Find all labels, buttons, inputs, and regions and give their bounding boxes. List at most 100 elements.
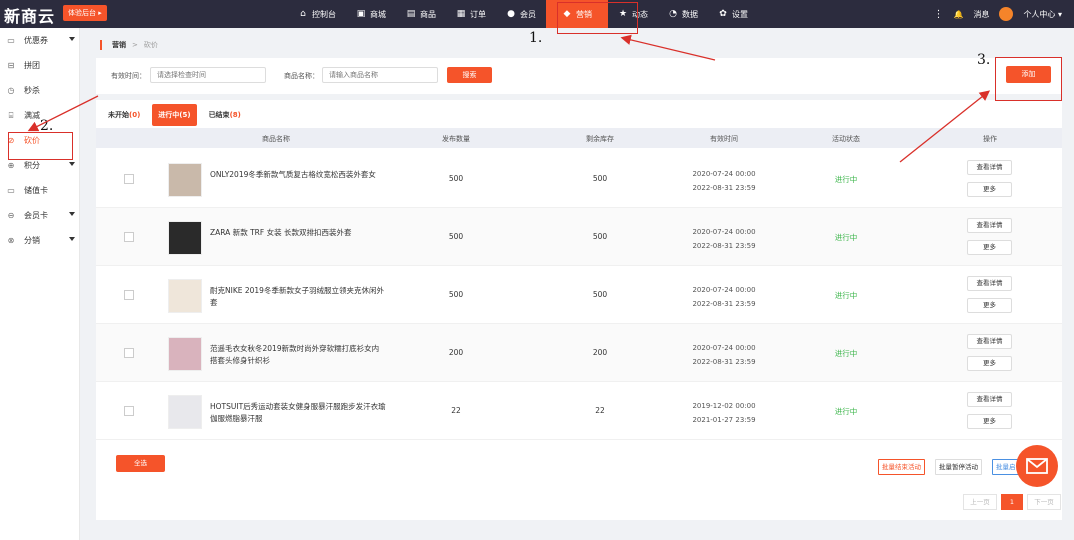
avatar[interactable] — [999, 7, 1014, 21]
stock-value: 500 — [592, 290, 608, 299]
row-checkbox[interactable] — [124, 406, 134, 416]
member-card-icon: ⊖ — [7, 211, 15, 220]
tab-not-started[interactable]: 未开始(0) — [102, 104, 146, 126]
trial-backend-button[interactable]: 体验后台 ▸ — [63, 5, 107, 21]
bell-icon[interactable]: 🔔 — [953, 10, 963, 19]
stock-value: 500 — [592, 174, 608, 183]
select-all-button[interactable]: 全选 — [116, 455, 165, 472]
gift-icon: ⌸ — [8, 110, 14, 120]
status-badge: 进行中 — [834, 175, 858, 184]
more-button[interactable]: 更多 — [967, 240, 1012, 255]
nav-settings[interactable]: ✿ 设置 — [708, 0, 758, 28]
status-badge: 进行中 — [834, 407, 858, 416]
product-name[interactable]: 范遥毛衣女秋冬2019新款时尚外穿软糯打底衫女内搭套头修身针织衫 — [210, 343, 386, 367]
order-icon: ▦ — [456, 9, 466, 19]
table-row: 耐克NIKE 2019冬季新款女子羽绒服立领夹克休闲外套 500 500 2020-0… — [96, 266, 1062, 324]
col-status: 活动状态 — [832, 135, 860, 143]
valid-time: 2020-07-24 00:00 2022-08-31 23:59 — [676, 167, 772, 195]
nav-data[interactable]: ◔ 数据 — [658, 0, 708, 28]
view-detail-button[interactable]: 查看详情 — [967, 276, 1012, 291]
caret-down-icon — [69, 162, 75, 166]
contact-mail-button[interactable] — [1016, 445, 1058, 487]
sidebar-item-stored-value-card[interactable]: ▭ 储值卡 — [0, 178, 79, 203]
product-name[interactable]: ONLY2019冬季新款气质复古格纹宽松西装外套女 — [210, 169, 386, 181]
annotation-arrow-1 — [620, 34, 716, 61]
product-name[interactable]: 耐克NIKE 2019冬季新款女子羽绒服立领夹克休闲外套 — [210, 285, 386, 309]
top-bar: 新商云 体验后台 ▸ ⌂ 控制台 ▣ 商城 ▤ 商品 ▦ 订单 ● 会员 ◆ 营销 ★ 动态 … — [0, 0, 1074, 28]
sidebar-item-distribution[interactable]: ⊗ 分销 — [0, 228, 79, 253]
annotation-number-1: 1. — [529, 30, 543, 46]
next-page-button[interactable]: 下一页 — [1027, 494, 1061, 510]
product-name[interactable]: HOTSUIT后秀运动套装女健身服暴汗服跑步发汗衣瑜伽服燃脂暴汗服 — [210, 401, 386, 425]
annotation-box-bargain — [8, 132, 73, 160]
view-detail-button[interactable]: 查看详情 — [967, 334, 1012, 349]
view-detail-button[interactable]: 查看详情 — [967, 218, 1012, 233]
more-button[interactable]: 更多 — [967, 414, 1012, 429]
name-filter-label: 商品名称： — [284, 72, 319, 80]
tab-in-progress[interactable]: 进行中(5) — [152, 104, 197, 126]
row-checkbox[interactable] — [124, 174, 134, 184]
nav-mall[interactable]: ▣ 商城 — [346, 0, 396, 28]
view-detail-button[interactable]: 查看详情 — [967, 160, 1012, 175]
search-button[interactable]: 搜索 — [447, 67, 492, 83]
stock-value: 22 — [595, 406, 605, 415]
annotation-box-marketing — [557, 2, 638, 34]
product-name[interactable]: ZARA 新款 TRF 女装 长款双排扣西装外套 — [210, 227, 386, 239]
tab-ended[interactable]: 已结束(8) — [203, 104, 247, 126]
status-badge: 进行中 — [834, 291, 858, 300]
nav-members[interactable]: ● 会员 — [496, 0, 546, 28]
row-checkbox[interactable] — [124, 348, 134, 358]
product-thumbnail — [168, 163, 202, 197]
quantity-value: 200 — [448, 348, 464, 357]
product-thumbnail — [168, 221, 202, 255]
name-filter-input[interactable] — [322, 67, 438, 83]
nav-goods[interactable]: ▤ 商品 — [396, 0, 446, 28]
product-thumbnail — [168, 279, 202, 313]
sidebar-item-group-buy[interactable]: ⊟ 拼团 — [0, 53, 79, 78]
more-button[interactable]: 更多 — [967, 356, 1012, 371]
nav-dashboard[interactable]: ⌂ 控制台 — [288, 0, 346, 28]
breadcrumb-root[interactable]: 营销 — [112, 40, 126, 50]
sidebar-item-coupons[interactable]: ▭ 优惠券 — [0, 28, 79, 53]
more-button[interactable]: 更多 — [967, 298, 1012, 313]
share-icon: ⊗ — [7, 236, 15, 245]
more-button[interactable]: 更多 — [967, 182, 1012, 197]
end-time: 2022-08-31 23:59 — [692, 358, 756, 366]
row-checkbox[interactable] — [124, 290, 134, 300]
more-icon[interactable]: ⋮ — [933, 9, 943, 20]
table-row: HOTSUIT后秀运动套装女健身服暴汗服跑步发汗衣瑜伽服燃脂暴汗服 22 22 201… — [96, 382, 1062, 440]
table-panel: 未开始(0) 进行中(5) 已结束(8) 商品名称 发布数量 剩余库存 有效时间… — [96, 100, 1062, 520]
start-time: 2020-07-24 00:00 — [692, 344, 756, 352]
sidebar: ▭ 优惠券 ⊟ 拼团 ◷ 秒杀 ⌸ 满减 ⊘ 砍价 ⊕ 积分 ▭ 储值卡 ⊖ 会员卡 ⊗ 分销 — [0, 28, 80, 540]
col-product-name: 商品名称 — [262, 135, 290, 143]
col-stock: 剩余库存 — [586, 135, 614, 143]
table-row: 范遥毛衣女秋冬2019新款时尚外穿软糯打底衫女内搭套头修身针织衫 200 200 20… — [96, 324, 1062, 382]
user-center-menu[interactable]: 个人中心 ▾ — [1023, 9, 1062, 20]
breadcrumb-marker — [100, 40, 102, 50]
messages-link[interactable]: 消息 — [973, 9, 989, 20]
valid-time: 2019-12-02 00:00 2021-01-27 23:59 — [676, 399, 772, 427]
annotation-box-add — [995, 57, 1062, 101]
status-badge: 进行中 — [834, 233, 858, 242]
col-valid-time: 有效时间 — [710, 135, 738, 143]
quantity-value: 500 — [448, 232, 464, 241]
status-badge: 进行中 — [834, 349, 858, 358]
row-checkbox[interactable] — [124, 232, 134, 242]
nav-orders[interactable]: ▦ 订单 — [446, 0, 496, 28]
product-thumbnail — [168, 337, 202, 371]
sidebar-item-flash-sale[interactable]: ◷ 秒杀 — [0, 78, 79, 103]
batch-end-button[interactable]: 批量结束活动 — [878, 459, 925, 475]
page-1-button[interactable]: 1 — [1001, 494, 1023, 510]
start-time: 2020-07-24 00:00 — [692, 170, 756, 178]
time-filter-input[interactable] — [150, 67, 266, 83]
col-quantity: 发布数量 — [442, 135, 470, 143]
batch-pause-button[interactable]: 批量暂停活动 — [935, 459, 982, 475]
top-right-actions: ⋮ 🔔 消息 个人中心 ▾ — [933, 0, 1062, 28]
group-icon: ⊟ — [7, 61, 15, 70]
view-detail-button[interactable]: 查看详情 — [967, 392, 1012, 407]
filter-panel: 有效时间： 商品名称： 搜索 — [96, 58, 1062, 94]
breadcrumb-separator: > — [132, 41, 138, 49]
prev-page-button[interactable]: 上一页 — [963, 494, 997, 510]
sidebar-item-member-card[interactable]: ⊖ 会员卡 — [0, 203, 79, 228]
home-icon: ⌂ — [300, 9, 306, 19]
